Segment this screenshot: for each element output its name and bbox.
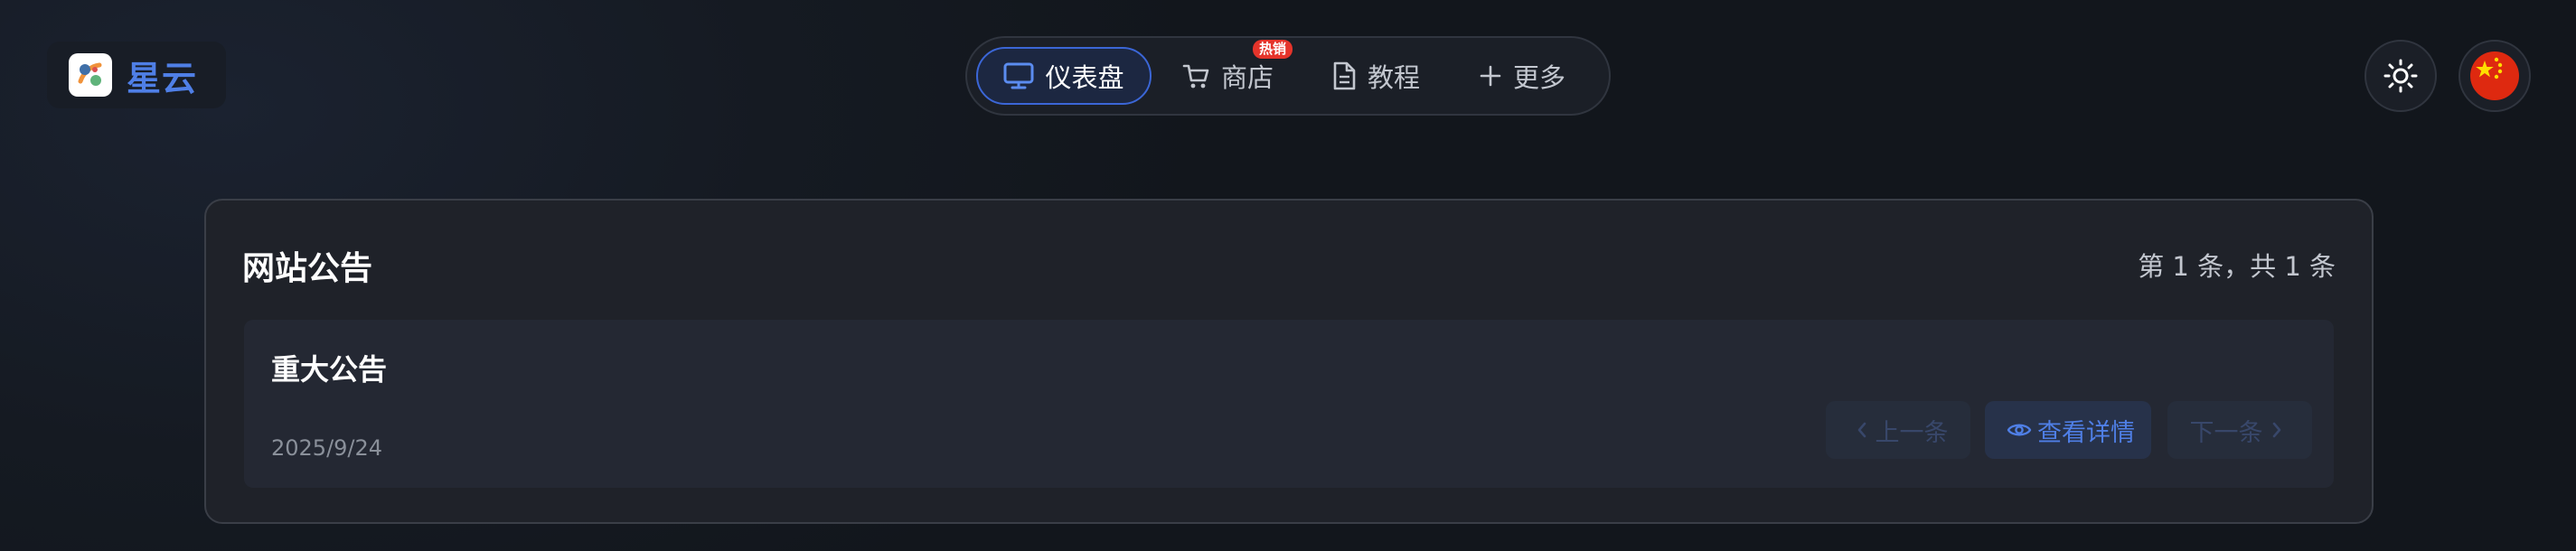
announcement-count: 第 1 条，共 1 条 (2138, 251, 2336, 282)
brand-name: 星云 (127, 58, 198, 98)
view-detail-button[interactable]: 查看详情 (1985, 401, 2151, 459)
language-button[interactable] (2458, 40, 2531, 112)
nav-item-dashboard[interactable]: 仪表盘 (976, 47, 1152, 105)
announcement-item: 重大公告 2025/9/24 上一条 查看详情 下一条 (244, 320, 2334, 488)
nav-item-tutorial[interactable]: 教程 (1303, 47, 1448, 105)
nav-item-label: 更多 (1512, 62, 1565, 93)
brand-logo[interactable]: 星云 (47, 42, 226, 108)
nav-item-label: 商店 (1220, 62, 1274, 93)
chevron-left-icon (1857, 422, 1866, 438)
notice-title: 重大公告 (271, 352, 388, 387)
cart-icon (1182, 64, 1209, 89)
brand-mascot-icon (69, 53, 112, 97)
view-detail-label: 查看详情 (2037, 418, 2135, 447)
nav-item-label: 教程 (1367, 62, 1420, 93)
monitor-icon (1003, 62, 1034, 89)
plus-icon (1480, 65, 1501, 87)
next-button[interactable]: 下一条 (2167, 401, 2312, 459)
china-flag-icon (2470, 51, 2519, 100)
hot-badge: 热销 (1252, 40, 1293, 59)
eye-icon (2007, 424, 2032, 436)
sun-icon (2383, 59, 2418, 93)
announcement-card: 网站公告 第 1 条，共 1 条 重大公告 2025/9/24 上一条 查看详情… (204, 199, 2374, 524)
nav-item-store[interactable]: 商店 热销 (1152, 40, 1303, 105)
prev-label: 上一条 (1875, 418, 1949, 447)
notice-date: 2025/9/24 (271, 435, 383, 461)
nav-item-more[interactable]: 更多 (1448, 47, 1596, 105)
main-nav: 仪表盘 商店 热销 教程 更多 (965, 36, 1611, 116)
prev-button[interactable]: 上一条 (1826, 401, 1970, 459)
theme-toggle-button[interactable] (2364, 40, 2437, 112)
document-icon (1333, 61, 1356, 90)
nav-item-label: 仪表盘 (1045, 62, 1124, 93)
chevron-right-icon (2272, 422, 2280, 438)
next-label: 下一条 (2189, 418, 2263, 447)
announcement-title: 网站公告 (242, 250, 373, 287)
